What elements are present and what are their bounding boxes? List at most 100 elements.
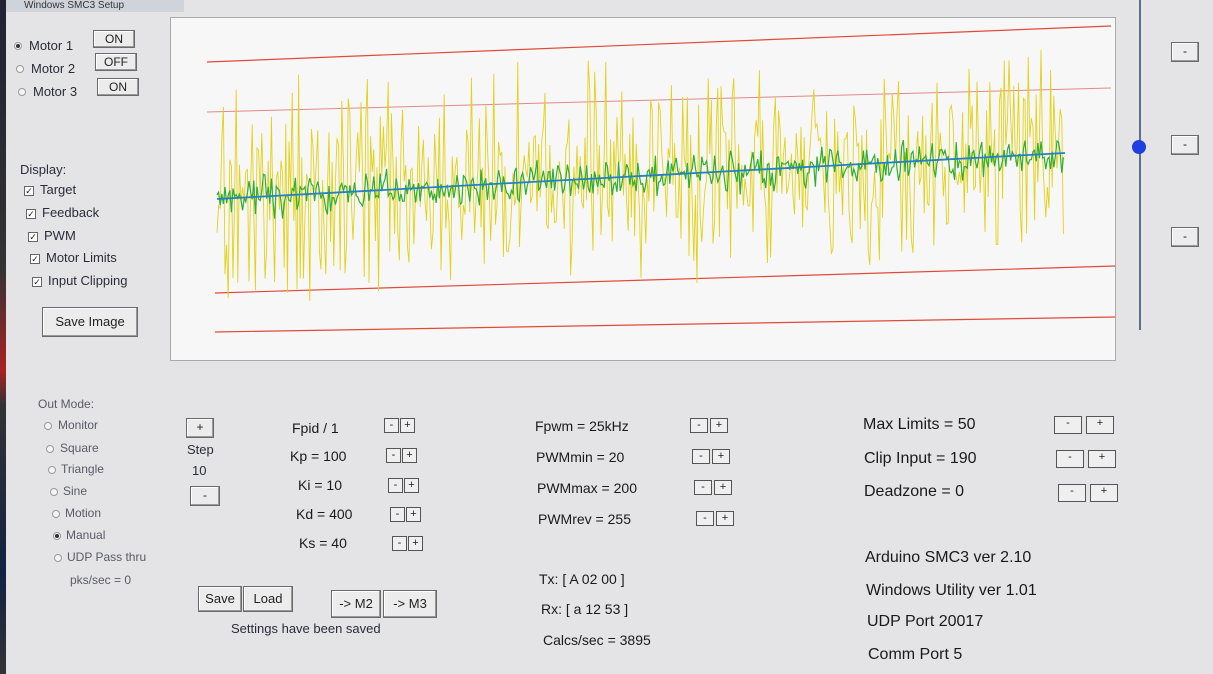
rx-readout: Rx: [ a 12 53 ] — [541, 601, 629, 617]
pwm-rev-plus-button[interactable]: + — [716, 511, 734, 526]
pwm-label: PWM — [44, 228, 76, 243]
right-minus-button-1[interactable]: - — [1171, 42, 1199, 62]
step-plus-button[interactable]: + — [186, 418, 214, 438]
udp-pass-thru-radio[interactable] — [54, 554, 62, 562]
feedback-label: Feedback — [42, 205, 100, 220]
motor-1-radio[interactable] — [14, 42, 22, 50]
tx-readout: Tx: [ A 02 00 ] — [539, 571, 625, 587]
motor-limits-checkbox[interactable]: ✓ — [30, 254, 40, 264]
right-minus-button-3[interactable]: - — [1171, 227, 1199, 247]
motor-3-label: Motor 3 — [33, 84, 78, 99]
square-label: Square — [60, 441, 99, 455]
pwm-checkbox[interactable]: ✓ — [28, 232, 38, 242]
pks-sec-readout: pks/sec = 0 — [70, 573, 132, 587]
deadzone-plus-button[interactable]: + — [1090, 484, 1118, 502]
pwm-rev-label: PWMrev = 255 — [538, 511, 631, 527]
sine-radio[interactable] — [50, 488, 58, 496]
lower-limit-line — [214, 316, 1116, 333]
monitor-label: Monitor — [58, 418, 99, 432]
kp-plus-button[interactable]: + — [402, 448, 417, 463]
window-title: Windows SMC3 Setup — [24, 0, 125, 11]
upper-clip-line — [206, 87, 1112, 113]
pwm-min-plus-button[interactable]: + — [712, 449, 730, 464]
pwm-min-label: PWMmin = 20 — [536, 449, 625, 465]
clip-input-plus-button[interactable]: + — [1088, 450, 1116, 468]
input-clipping-label: Input Clipping — [48, 273, 128, 288]
utility-version: Windows Utility ver 1.01 — [866, 582, 1037, 599]
triangle-radio[interactable] — [48, 466, 56, 474]
manual-radio[interactable] — [53, 532, 61, 540]
square-radio[interactable] — [46, 445, 54, 453]
clip-input-minus-button[interactable]: - — [1056, 450, 1084, 468]
motor-3-toggle-button[interactable]: ON — [97, 78, 139, 96]
motor-2-radio[interactable] — [16, 65, 24, 73]
motion-label: Motion — [65, 506, 102, 520]
deadzone-minus-button[interactable]: - — [1058, 484, 1086, 502]
position-slider-track[interactable] — [1139, 0, 1141, 330]
feedback-checkbox[interactable]: ✓ — [26, 209, 36, 219]
smc3-window: Windows SMC3 Setup Motor 1 ON Motor 2 OF… — [6, 0, 1213, 674]
motor-2-label: Motor 2 — [31, 61, 76, 76]
fpwm-minus-button[interactable]: - — [690, 418, 708, 433]
fpwm-plus-button[interactable]: + — [710, 418, 728, 433]
kd-minus-button[interactable]: - — [390, 507, 405, 522]
ki-plus-button[interactable]: + — [404, 478, 419, 493]
kp-minus-button[interactable]: - — [386, 448, 401, 463]
out-mode-heading: Out Mode: — [38, 397, 95, 411]
settings-status: Settings have been saved — [231, 621, 381, 636]
pwm-max-minus-button[interactable]: - — [694, 480, 712, 495]
udp-pass-thru-label: UDP Pass thru — [67, 550, 147, 564]
max-limits-plus-button[interactable]: + — [1086, 416, 1114, 434]
fpwm-label: Fpwm = 25kHz — [535, 418, 629, 434]
deadzone-label: Deadzone = 0 — [864, 483, 965, 500]
manual-label: Manual — [66, 528, 106, 542]
kd-label: Kd = 400 — [296, 506, 353, 522]
ki-label: Ki = 10 — [298, 477, 342, 493]
save-button[interactable]: Save — [198, 586, 242, 612]
pwm-rev-minus-button[interactable]: - — [696, 511, 714, 526]
kd-plus-button[interactable]: + — [406, 507, 421, 522]
motor-1-label: Motor 1 — [29, 38, 74, 53]
fpid-plus-button[interactable]: + — [400, 418, 415, 433]
right-minus-button-2[interactable]: - — [1171, 135, 1199, 155]
input-clipping-checkbox[interactable]: ✓ — [32, 277, 42, 287]
motion-radio[interactable] — [52, 510, 60, 518]
copy-to-m2-button[interactable]: -> M2 — [331, 590, 381, 618]
clip-input-label: Clip Input = 190 — [864, 450, 977, 467]
target-label: Target — [40, 182, 77, 197]
fpid-minus-button[interactable]: - — [384, 418, 399, 433]
arduino-version: Arduino SMC3 ver 2.10 — [865, 549, 1032, 566]
motor-3-radio[interactable] — [18, 88, 26, 96]
step-minus-button[interactable]: - — [190, 486, 220, 506]
calcs-readout: Calcs/sec = 3895 — [543, 632, 651, 648]
copy-to-m3-button[interactable]: -> M3 — [383, 590, 437, 618]
ki-minus-button[interactable]: - — [388, 478, 403, 493]
pwm-min-minus-button[interactable]: - — [692, 449, 710, 464]
pwm-max-plus-button[interactable]: + — [714, 480, 732, 495]
motor-1-toggle-button[interactable]: ON — [93, 30, 135, 48]
kp-label: Kp = 100 — [290, 448, 347, 464]
save-image-button[interactable]: Save Image — [42, 307, 138, 337]
lower-clip-line — [214, 265, 1116, 294]
target-trace — [216, 152, 1066, 200]
display-heading: Display: — [20, 162, 67, 177]
motor-2-toggle-button[interactable]: OFF — [95, 53, 137, 71]
fpid-label: Fpid / 1 — [292, 420, 339, 436]
motor-limits-label: Motor Limits — [46, 250, 117, 265]
sine-label: Sine — [63, 484, 88, 498]
max-limits-minus-button[interactable]: - — [1054, 416, 1082, 434]
monitor-radio[interactable] — [44, 422, 52, 430]
triangle-label: Triangle — [61, 462, 104, 476]
udp-port: UDP Port 20017 — [867, 613, 984, 630]
ks-minus-button[interactable]: - — [392, 536, 407, 551]
ks-label: Ks = 40 — [299, 535, 347, 551]
position-slider-thumb[interactable] — [1132, 140, 1146, 154]
motor-plot — [170, 17, 1116, 361]
ks-plus-button[interactable]: + — [408, 536, 423, 551]
step-value: 10 — [192, 463, 207, 478]
pwm-max-label: PWMmax = 200 — [537, 480, 637, 496]
max-limits-label: Max Limits = 50 — [863, 416, 976, 433]
comm-port: Comm Port 5 — [868, 646, 963, 663]
load-button[interactable]: Load — [243, 586, 293, 612]
target-checkbox[interactable]: ✓ — [24, 186, 34, 196]
